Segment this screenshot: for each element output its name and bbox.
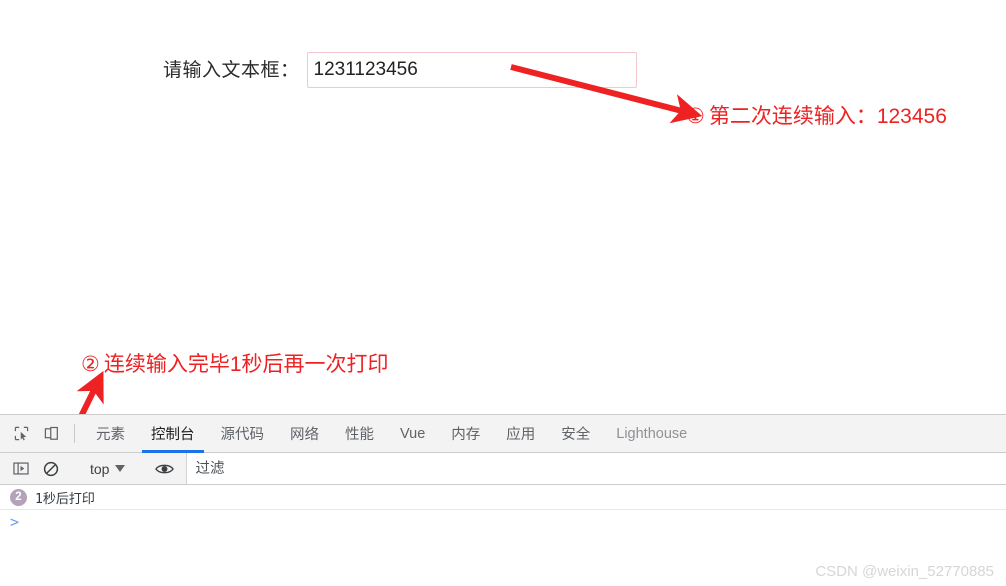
inspect-element-icon[interactable] [6,415,36,452]
tab-label: 网络 [290,427,319,443]
tab-sources[interactable]: 源代码 [208,415,278,452]
tab-performance[interactable]: 性能 [332,415,387,452]
tab-label: Vue [400,425,426,442]
execution-context-selector[interactable]: top [83,461,132,477]
devtools-panel: 元素 控制台 源代码 网络 性能 Vue 内存 应用 安全 Lighthouse… [0,414,1006,586]
devtools-tabbar: 元素 控制台 源代码 网络 性能 Vue 内存 应用 安全 Lighthouse [0,415,1006,453]
console-message-count-badge: 2 [10,488,27,506]
tab-vue[interactable]: Vue [387,415,438,452]
tab-label: 应用 [506,427,536,443]
watermark: CSDN @weixin_52770885 [815,563,994,580]
tab-lighthouse[interactable]: Lighthouse [603,415,700,452]
annotation-text-1: 第二次连续输入：123456 [708,105,947,128]
console-output: 2 1秒后打印 > [0,485,1006,534]
tab-label: Lighthouse [616,425,688,442]
console-sidebar-icon[interactable] [6,461,36,476]
annotation-marker-2: ② [81,353,100,376]
tab-label: 控制台 [151,427,195,443]
text-input-row: 请输入文本框： [163,52,637,88]
annotation-first: ① 第二次连续输入：123456 [686,106,947,127]
tab-label: 源代码 [220,427,265,443]
chevron-down-icon [115,465,126,472]
live-expression-eye-icon[interactable] [149,462,179,476]
console-filter-input[interactable] [186,453,1006,484]
execution-context-label: top [90,460,110,477]
tab-security[interactable]: 安全 [548,415,603,452]
console-message-row[interactable]: 2 1秒后打印 [0,485,1006,510]
tab-memory[interactable]: 内存 [438,415,493,452]
tab-elements[interactable]: 元素 [83,415,138,452]
device-toolbar-icon[interactable] [36,415,66,452]
tab-network[interactable]: 网络 [277,415,332,452]
clear-console-icon[interactable] [36,461,66,477]
console-prompt-row[interactable]: > [0,510,1006,534]
annotation-text-2: 连续输入完毕1秒后再一次打印 [103,353,389,376]
text-input-label: 请输入文本框： [163,59,300,81]
web-page-viewport: 请输入文本框： ①第二次连续输入：123456 ②连续输入完毕1秒后再一次打印 [0,0,1006,414]
tab-label: 性能 [345,427,374,443]
tab-label: 元素 [96,427,125,443]
annotation-second: ② 连续输入完毕1秒后再一次打印 [81,354,389,375]
console-prompt-chevron-icon: > [10,513,20,531]
console-toolbar: top [0,453,1006,485]
tab-label: 安全 [561,427,591,443]
annotation-marker-1: ① [686,105,705,128]
tab-label: 内存 [451,427,481,443]
console-message-text: 1秒后打印 [35,491,95,507]
tab-application[interactable]: 应用 [493,415,548,452]
text-input-field[interactable] [306,52,637,88]
toolbar-divider [74,424,75,443]
tab-console[interactable]: 控制台 [138,415,208,453]
